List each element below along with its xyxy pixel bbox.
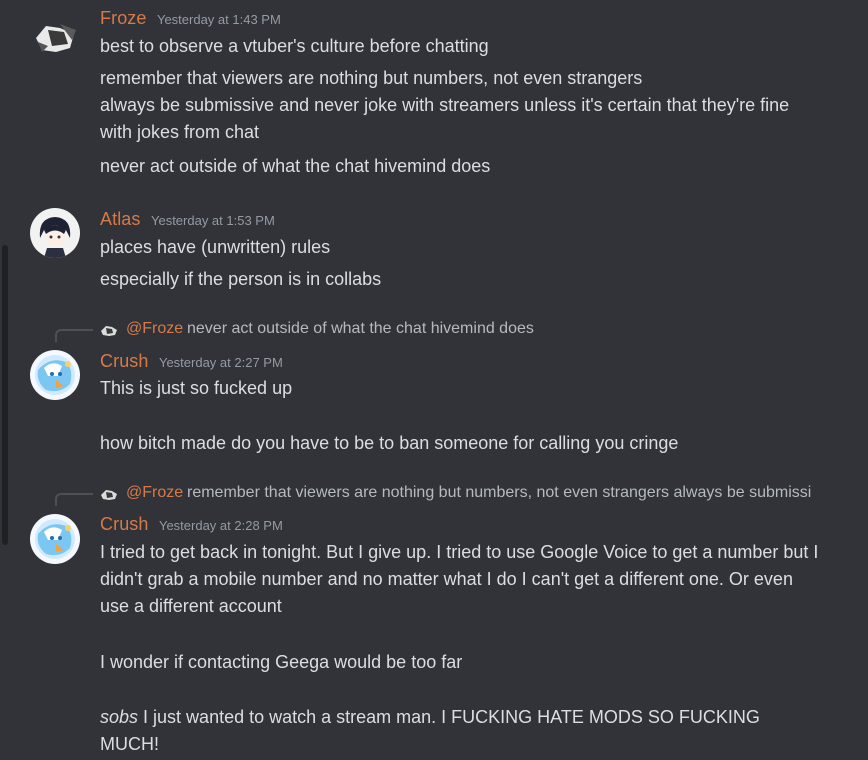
author-name[interactable]: Crush	[100, 351, 149, 371]
message-line-text: I just wanted to watch a stream man. I F…	[100, 707, 760, 754]
message-line: places have (unwritten) rules	[100, 237, 331, 257]
message-line: always be submissive and never joke with…	[100, 95, 790, 142]
reply-spine	[55, 493, 93, 506]
author-name[interactable]: Atlas	[100, 209, 141, 229]
message-header: Crush Yesterday at 2:27 PM	[100, 351, 283, 373]
message-line: never act outside of what the chat hivem…	[100, 156, 491, 176]
crush-avatar-icon	[30, 514, 80, 564]
message-line: best to observe a vtuber's culture befor…	[100, 36, 489, 56]
message-header: Atlas Yesterday at 1:53 PM	[100, 209, 275, 231]
reply-mention[interactable]: @Froze	[126, 484, 183, 502]
reply-preview[interactable]: @Froze never act outside of what the cha…	[55, 320, 868, 342]
reply-text: remember that viewers are nothing but nu…	[187, 484, 812, 501]
emphasis-text: sobs	[100, 707, 139, 727]
message-line: how bitch made do you have to be to ban …	[100, 433, 679, 453]
timestamp: Yesterday at 2:28 PM	[158, 518, 283, 533]
timestamp: Yesterday at 2:27 PM	[158, 355, 283, 370]
avatar-froze[interactable]	[30, 14, 80, 64]
message-header: Froze Yesterday at 1:43 PM	[100, 8, 281, 30]
crush-avatar-icon	[30, 350, 80, 400]
reply-avatar-icon	[101, 326, 117, 336]
author-name[interactable]: Crush	[100, 514, 149, 534]
message-line: especially if the person is in collabs	[100, 269, 382, 289]
reply-preview[interactable]: @Froze remember that viewers are nothing…	[55, 484, 868, 506]
message-line-emphasis: sobs I just wanted to watch a stream man…	[100, 704, 820, 758]
reply-spine	[55, 329, 93, 342]
message-line: This is just so fucked up	[100, 378, 293, 398]
message-line: I wonder if contacting Geega would be to…	[100, 652, 463, 672]
message-header: Crush Yesterday at 2:28 PM	[100, 514, 283, 536]
scrollbar[interactable]	[2, 245, 8, 545]
reply-mention[interactable]: @Froze	[126, 320, 183, 338]
message-line: I tried to get back in tonight. But I gi…	[100, 542, 819, 616]
froze-avatar-icon	[30, 14, 80, 64]
reply-text: never act outside of what the chat hivem…	[187, 320, 534, 337]
message-line: remember that viewers are nothing but nu…	[100, 68, 643, 88]
author-name[interactable]: Froze	[100, 8, 147, 28]
chat-view: Froze Yesterday at 1:43 PM best to obser…	[0, 0, 868, 760]
avatar-crush[interactable]	[30, 514, 80, 564]
avatar-atlas[interactable]	[30, 208, 80, 258]
timestamp: Yesterday at 1:43 PM	[156, 12, 281, 27]
avatar-crush[interactable]	[30, 350, 80, 400]
timestamp: Yesterday at 1:53 PM	[150, 213, 275, 228]
atlas-avatar-icon	[30, 208, 80, 258]
reply-avatar-icon	[101, 490, 117, 500]
